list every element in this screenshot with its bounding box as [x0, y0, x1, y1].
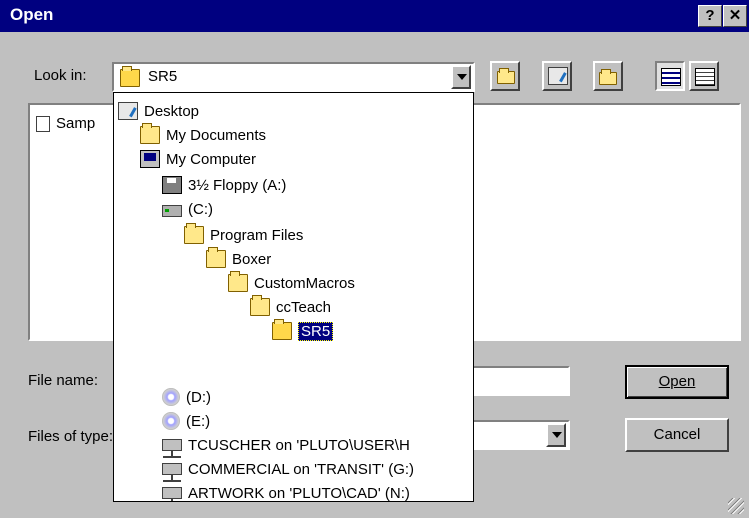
cd-drive-icon: [162, 412, 180, 430]
dropdown-item-tcuscher[interactable]: TCUSCHER on 'PLUTO\USER\H: [162, 433, 410, 458]
cancel-button-label: Cancel: [653, 426, 701, 443]
look-in-label: Look in:: [34, 67, 87, 84]
file-name-input[interactable]: [470, 366, 570, 396]
dropdown-item-desktop[interactable]: Desktop: [118, 99, 199, 123]
open-folder-icon: [272, 319, 292, 340]
floppy-icon: [162, 176, 182, 194]
files-of-type-label: Files of type:: [28, 428, 114, 445]
up-one-level-button[interactable]: [490, 61, 520, 91]
title-bar: Open ? ✕: [0, 0, 749, 32]
desktop-button[interactable]: [542, 61, 572, 91]
dropdown-item-ccteach[interactable]: ccTeach: [250, 295, 331, 319]
dropdown-item-c-drive[interactable]: (C:): [162, 197, 213, 221]
help-button[interactable]: ?: [698, 5, 722, 27]
details-view-icon: [695, 68, 715, 86]
look-in-dropdown[interactable]: SR5: [112, 62, 475, 92]
cd-drive-icon: [162, 388, 180, 406]
dropdown-item-artwork[interactable]: ARTWORK on 'PLUTO\CAD' (N:): [162, 481, 410, 501]
look-in-dropdown-list[interactable]: Desktop My Documents My Computer 3½ Flop…: [113, 92, 474, 502]
list-view-button[interactable]: [655, 61, 685, 91]
cancel-button[interactable]: Cancel: [625, 418, 729, 452]
dropdown-item-d-drive[interactable]: (D:): [162, 385, 211, 409]
dropdown-item-program-files[interactable]: Program Files: [184, 223, 303, 247]
files-of-type-dropdown[interactable]: [470, 420, 570, 450]
hard-drive-icon: [162, 205, 182, 217]
open-folder-icon: [120, 66, 140, 87]
open-button-label: Open: [658, 373, 696, 390]
size-grip-icon[interactable]: [728, 498, 744, 514]
close-button[interactable]: ✕: [723, 5, 747, 27]
folder-icon: [184, 223, 204, 244]
dropdown-item-sr5[interactable]: SR5: [272, 319, 334, 343]
network-drive-icon: [162, 487, 182, 501]
dropdown-item-commercial[interactable]: COMMERCIAL on 'TRANSIT' (G:): [162, 457, 414, 482]
desktop-icon: [118, 102, 138, 120]
dropdown-item-e-drive[interactable]: (E:): [162, 409, 210, 433]
folder-icon: [140, 123, 160, 144]
network-drive-icon: [162, 439, 182, 458]
dropdown-item-custommacros[interactable]: CustomMacros: [228, 271, 355, 295]
dropdown-item-my-computer[interactable]: My Computer: [140, 147, 256, 171]
new-folder-icon: [599, 69, 617, 85]
look-in-arrow-button[interactable]: [451, 65, 471, 89]
up-folder-icon: [497, 68, 515, 84]
document-icon: [36, 115, 50, 132]
list-view-icon: [661, 68, 681, 86]
details-view-button[interactable]: [689, 61, 719, 91]
window-title: Open: [10, 5, 54, 24]
dropdown-item-my-documents[interactable]: My Documents: [140, 123, 266, 147]
file-name-label: File name:: [28, 372, 99, 389]
folder-icon: [206, 247, 226, 268]
file-item-label: Samp: [56, 115, 96, 132]
new-folder-button[interactable]: [593, 61, 623, 91]
computer-icon: [140, 150, 160, 168]
desktop-icon: [548, 67, 568, 85]
dropdown-item-floppy[interactable]: 3½ Floppy (A:): [162, 173, 286, 197]
network-drive-icon: [162, 463, 182, 482]
folder-icon: [228, 271, 248, 292]
file-item[interactable]: Samp: [36, 115, 95, 132]
folder-icon: [250, 295, 270, 316]
dropdown-item-boxer[interactable]: Boxer: [206, 247, 271, 271]
look-in-value: SR5: [148, 68, 178, 85]
open-button[interactable]: Open: [625, 365, 729, 399]
files-of-type-arrow-button[interactable]: [546, 423, 566, 447]
